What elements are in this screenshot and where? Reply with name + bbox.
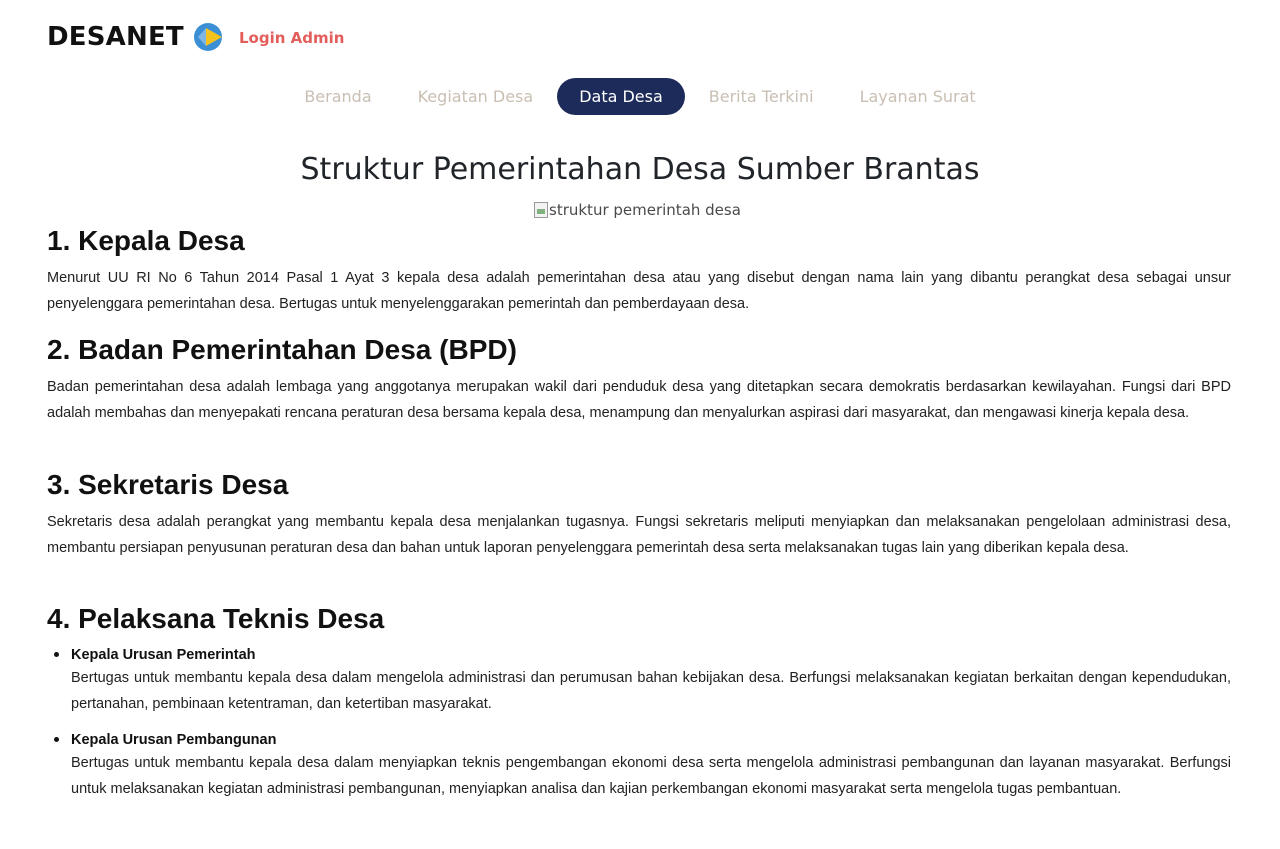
nav-item-data-desa[interactable]: Data Desa	[557, 78, 685, 115]
section-heading: 4. Pelaksana Teknis Desa	[47, 603, 385, 634]
section-body: Sekretaris desa adalah perangkat yang me…	[47, 514, 1231, 556]
section-body: Badan pemerintahan desa adalah lembaga y…	[47, 379, 1231, 421]
nav-item-beranda[interactable]: Beranda	[282, 78, 393, 115]
section-bpd: 2. Badan Pemerintahan Desa (BPD) Badan p…	[47, 333, 1231, 426]
section-pelaksana-teknis: 4. Pelaksana Teknis Desa Kepala Urusan P…	[47, 602, 1231, 814]
desanet-logo-icon	[193, 23, 222, 51]
list-item: Kepala Urusan Pembangunan Bertugas untuk…	[54, 729, 1231, 802]
pelaksana-list: Kepala Urusan Pemerintah Bertugas untuk …	[54, 644, 1231, 802]
login-admin-link[interactable]: Login Admin	[239, 29, 344, 47]
section-heading: 1. Kepala Desa	[47, 225, 245, 256]
main-nav: Beranda Kegiatan Desa Data Desa Berita T…	[0, 78, 1280, 115]
section-body: Menurut UU RI No 6 Tahun 2014 Pasal 1 Ay…	[47, 270, 1231, 312]
broken-image-icon	[534, 202, 548, 218]
nav-item-kegiatan-desa[interactable]: Kegiatan Desa	[396, 78, 556, 115]
nav-item-layanan-surat[interactable]: Layanan Surat	[838, 78, 998, 115]
section-kepala-desa: 1. Kepala Desa Menurut UU RI No 6 Tahun …	[47, 224, 1231, 317]
section-sekretaris-desa: 3. Sekretaris Desa Sekretaris desa adala…	[47, 468, 1231, 561]
list-item-desc: Bertugas untuk membantu kepala desa dala…	[71, 755, 1231, 797]
list-item: Kepala Urusan Pemerintah Bertugas untuk …	[54, 644, 1231, 717]
brand[interactable]: DESANET	[47, 22, 223, 52]
brand-name: DESANET	[47, 22, 184, 52]
nav-item-berita-terkini[interactable]: Berita Terkini	[687, 78, 836, 115]
section-heading: 3. Sekretaris Desa	[47, 469, 289, 500]
list-item-title: Kepala Urusan Pembangunan	[71, 732, 277, 748]
page-title: Struktur Pemerintahan Desa Sumber Branta…	[300, 152, 980, 187]
section-heading: 2. Badan Pemerintahan Desa (BPD)	[47, 334, 517, 365]
list-item-title: Kepala Urusan Pemerintah	[71, 647, 256, 663]
list-item-desc: Bertugas untuk membantu kepala desa dala…	[71, 670, 1231, 712]
structure-image-alt-text: struktur pemerintah desa	[549, 201, 741, 219]
structure-image: struktur pemerintah desa	[534, 201, 741, 219]
